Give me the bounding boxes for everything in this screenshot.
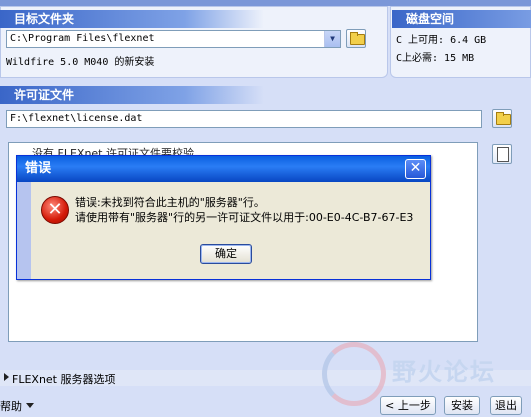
disk-space-title: 磁盘空间 (392, 10, 531, 28)
error-dialog: 错误 ✕ ✕ 错误:未找到符合此主机的"服务器"行。 请使用带有"服务器"行的另… (16, 155, 431, 280)
disk-available: C 上可用: 6.4 GB (396, 35, 487, 46)
chevron-down-icon[interactable]: ▼ (324, 31, 340, 47)
ok-button[interactable]: 确定 (200, 244, 252, 264)
dialog-side-strip (17, 182, 31, 279)
target-folder-combo[interactable]: C:\Program Files\flexnet ▼ (6, 30, 341, 48)
license-path: F:\flexnet\license.dat (10, 113, 143, 124)
help-menu[interactable]: 帮助 (0, 398, 22, 414)
document-icon (497, 147, 509, 162)
error-dialog-title: 错误 (17, 156, 430, 182)
folder-icon (350, 32, 365, 45)
watermark-brand: 野火论坛 (392, 358, 496, 386)
folder-icon (496, 112, 511, 125)
install-info: Wildfire 5.0 M040 的新安装 (6, 57, 155, 68)
disk-required: C上必需: 15 MB (396, 53, 475, 64)
install-button[interactable]: 安装 (444, 396, 480, 415)
error-icon: ✕ (41, 196, 69, 224)
browse-license-button[interactable] (492, 109, 512, 128)
close-icon[interactable]: ✕ (405, 159, 426, 179)
exit-button[interactable]: 退出 (490, 396, 522, 415)
error-message-line1: 错误:未找到符合此主机的"服务器"行。 (75, 196, 265, 209)
back-button[interactable]: < 上一步 (380, 396, 436, 415)
watermark-logo-icon (322, 342, 386, 406)
browse-folder-button[interactable] (346, 29, 366, 48)
server-options-label[interactable]: FLEXnet 服务器选项 (12, 371, 116, 387)
error-message-line2: 请使用带有"服务器"行的另一许可证文件以用于:00-E0-4C-B7-67-E3 (75, 211, 414, 224)
target-folder-title: 目标文件夹 (0, 10, 264, 28)
target-folder-path: C:\Program Files\flexnet (10, 33, 155, 44)
license-path-input[interactable]: F:\flexnet\license.dat (6, 110, 482, 128)
chevron-right-icon[interactable] (4, 373, 9, 381)
new-license-button[interactable] (492, 144, 512, 164)
license-title: 许可证文件 (0, 86, 264, 104)
chevron-down-icon[interactable] (26, 403, 34, 408)
